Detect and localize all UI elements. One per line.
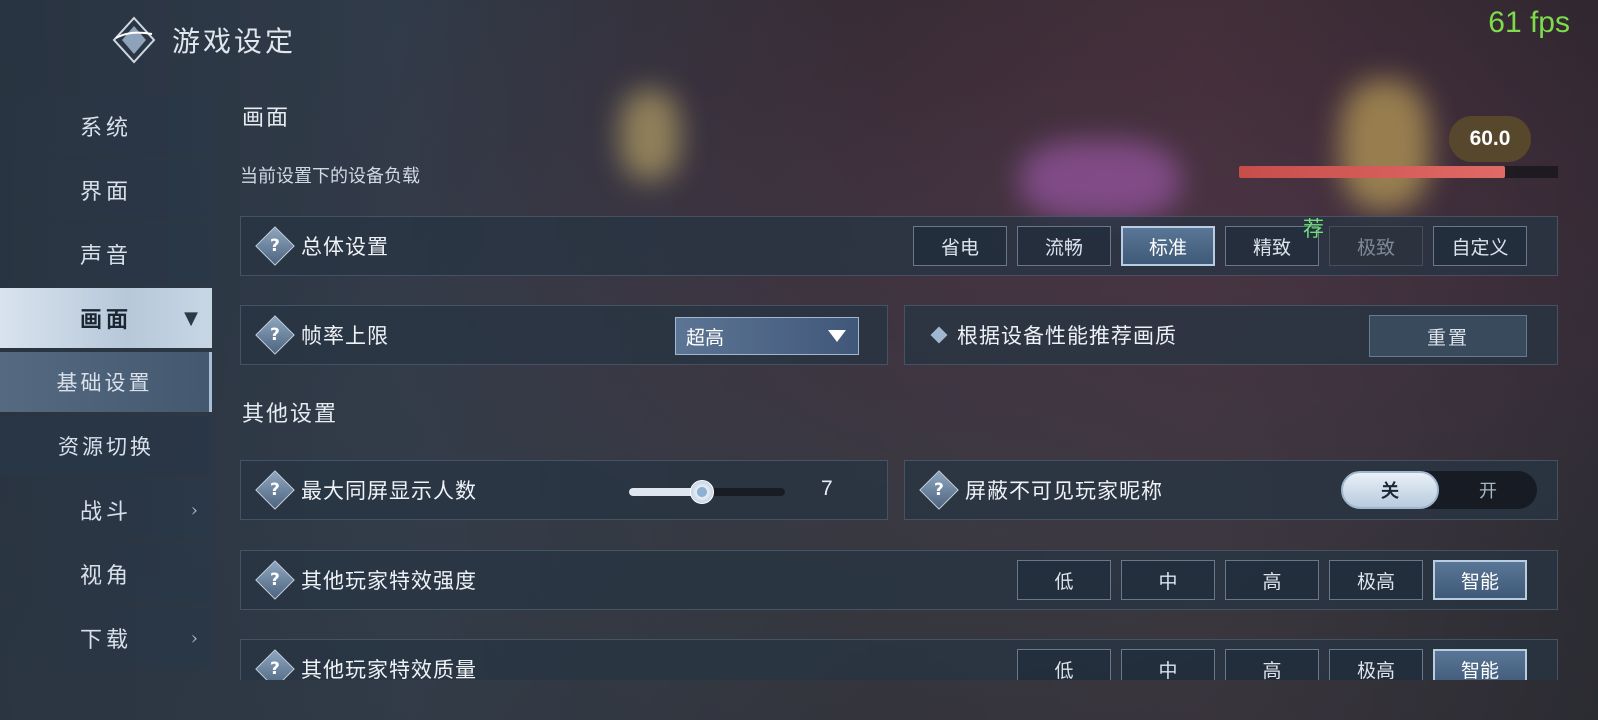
sidebar-item-label: 基础设置 bbox=[56, 371, 153, 395]
device-load-fill bbox=[1239, 166, 1505, 178]
overall-options: 省电 流畅 标准 精致荐 极致 自定义 bbox=[913, 217, 1527, 266]
dropdown-arrow-icon bbox=[828, 330, 846, 342]
effect-quality-label: 其他玩家特效质量 bbox=[301, 658, 477, 680]
fps-counter: 61 fps bbox=[1488, 6, 1570, 39]
slider-handle[interactable] bbox=[689, 480, 714, 504]
toggle-on-option[interactable]: 开 bbox=[1439, 471, 1537, 509]
framerate-dropdown[interactable]: 超高 bbox=[675, 317, 859, 355]
device-load-bar bbox=[1239, 166, 1558, 178]
sidebar-item-label: 视角 bbox=[79, 564, 132, 589]
reset-button[interactable]: 重置 bbox=[1369, 315, 1527, 357]
preset-custom-button[interactable]: 自定义 bbox=[1433, 226, 1527, 266]
preset-power-save-button[interactable]: 省电 bbox=[913, 226, 1007, 266]
effect-strength-options: 低 中 高 极高 智能 bbox=[1017, 560, 1527, 600]
preset-fine-label: 精致 bbox=[1252, 236, 1291, 259]
effect-strength-ultra-button[interactable]: 极高 bbox=[1329, 560, 1423, 600]
sidebar-item-sound[interactable]: 声音 bbox=[0, 224, 212, 284]
max-players-slider[interactable] bbox=[629, 480, 785, 504]
sidebar-item-camera[interactable]: 视角 bbox=[0, 544, 212, 604]
effect-strength-label: 其他玩家特效强度 bbox=[301, 569, 477, 593]
effect-strength-low-button[interactable]: 低 bbox=[1017, 560, 1111, 600]
sidebar-item-label: 画面 bbox=[79, 307, 132, 333]
framerate-label: 帧率上限 bbox=[301, 324, 389, 348]
page-header: 游戏设定 bbox=[110, 16, 296, 64]
chevron-down-icon: ▼ bbox=[184, 307, 202, 329]
sidebar-item-combat[interactable]: 战斗 › bbox=[0, 480, 212, 540]
sidebar-item-label: 声音 bbox=[79, 244, 132, 269]
effect-quality-smart-button[interactable]: 智能 bbox=[1433, 649, 1527, 680]
device-load-label: 当前设置下的设备负载 bbox=[240, 166, 420, 187]
framerate-panel: ? 帧率上限 超高 bbox=[240, 305, 888, 365]
settings-content: 画面 当前设置下的设备负载 60.0 ? 总体设置 省电 流畅 标准 精致荐 极… bbox=[240, 96, 1558, 680]
sidebar-item-label: 系统 bbox=[79, 116, 132, 141]
effect-quality-ultra-button[interactable]: 极高 bbox=[1329, 649, 1423, 680]
help-icon[interactable]: ? bbox=[255, 226, 295, 266]
section-title-graphics: 画面 bbox=[242, 106, 291, 131]
hide-names-label: 屏蔽不可见玩家昵称 bbox=[965, 479, 1163, 503]
preset-fine-button[interactable]: 精致荐 bbox=[1225, 217, 1324, 266]
effect-quality-panel: ? 其他玩家特效质量 低 中 高 极高 智能 bbox=[240, 639, 1558, 680]
recommended-badge: 荐 bbox=[1303, 217, 1324, 241]
sidebar-item-download[interactable]: 下载 › bbox=[0, 608, 212, 668]
sidebar-item-label: 下载 bbox=[79, 628, 132, 653]
help-icon[interactable]: ? bbox=[255, 649, 295, 680]
effect-quality-medium-button[interactable]: 中 bbox=[1121, 649, 1215, 680]
sidebar-item-graphics[interactable]: 画面 ▼ bbox=[0, 288, 212, 348]
overall-settings-panel: ? 总体设置 省电 流畅 标准 精致荐 极致 自定义 bbox=[240, 216, 1558, 276]
effect-quality-options: 低 中 高 极高 智能 bbox=[1017, 649, 1527, 680]
hide-names-toggle[interactable]: 关 开 bbox=[1341, 471, 1537, 509]
toggle-off-option[interactable]: 关 bbox=[1341, 471, 1439, 509]
sidebar-item-system[interactable]: 系统 bbox=[0, 96, 212, 156]
game-logo-icon bbox=[112, 16, 156, 64]
recommend-panel: 根据设备性能推荐画质 重置 bbox=[904, 305, 1558, 365]
effect-quality-low-button[interactable]: 低 bbox=[1017, 649, 1111, 680]
sidebar-item-label: 界面 bbox=[79, 180, 132, 205]
framerate-value: 超高 bbox=[686, 326, 725, 349]
max-players-panel: ? 最大同屏显示人数 7 bbox=[240, 460, 888, 520]
preset-standard-button[interactable]: 标准 bbox=[1121, 226, 1215, 266]
effect-strength-medium-button[interactable]: 中 bbox=[1121, 560, 1215, 600]
overall-settings-label: 总体设置 bbox=[301, 235, 389, 259]
effect-strength-high-button[interactable]: 高 bbox=[1225, 560, 1319, 600]
effect-quality-high-button[interactable]: 高 bbox=[1225, 649, 1319, 680]
page-title: 游戏设定 bbox=[172, 25, 297, 58]
effect-strength-smart-button[interactable]: 智能 bbox=[1433, 560, 1527, 600]
help-icon[interactable]: ? bbox=[919, 470, 959, 510]
preset-smooth-button[interactable]: 流畅 bbox=[1017, 226, 1111, 266]
sidebar-item-interface[interactable]: 界面 bbox=[0, 160, 212, 220]
sidebar-subitem-resource-switch[interactable]: 资源切换 bbox=[0, 416, 212, 476]
help-icon[interactable]: ? bbox=[255, 560, 295, 600]
chevron-right-icon: › bbox=[190, 627, 202, 649]
hide-names-panel: ? 屏蔽不可见玩家昵称 关 开 bbox=[904, 460, 1558, 520]
help-icon[interactable]: ? bbox=[255, 315, 295, 355]
sidebar-subitem-basic-settings[interactable]: 基础设置 bbox=[0, 352, 212, 412]
sidebar-item-label: 资源切换 bbox=[58, 435, 154, 459]
max-players-label: 最大同屏显示人数 bbox=[301, 479, 477, 503]
device-load-value: 60.0 bbox=[1449, 116, 1531, 162]
effect-strength-panel: ? 其他玩家特效强度 低 中 高 极高 智能 bbox=[240, 550, 1558, 610]
sidebar: 系统 界面 声音 画面 ▼ 基础设置 资源切换 战斗 › 视角 下载 › bbox=[0, 96, 212, 672]
preset-ultimate-button[interactable]: 极致 bbox=[1329, 226, 1423, 266]
recommend-label: 根据设备性能推荐画质 bbox=[957, 324, 1177, 348]
device-load-row: 当前设置下的设备负载 60.0 bbox=[240, 116, 1558, 188]
sidebar-item-label: 战斗 bbox=[79, 500, 132, 525]
section-title-other: 其他设置 bbox=[242, 402, 339, 427]
diamond-icon bbox=[930, 326, 948, 344]
max-players-value: 7 bbox=[821, 477, 833, 500]
chevron-right-icon: › bbox=[190, 499, 202, 521]
help-icon[interactable]: ? bbox=[255, 470, 295, 510]
